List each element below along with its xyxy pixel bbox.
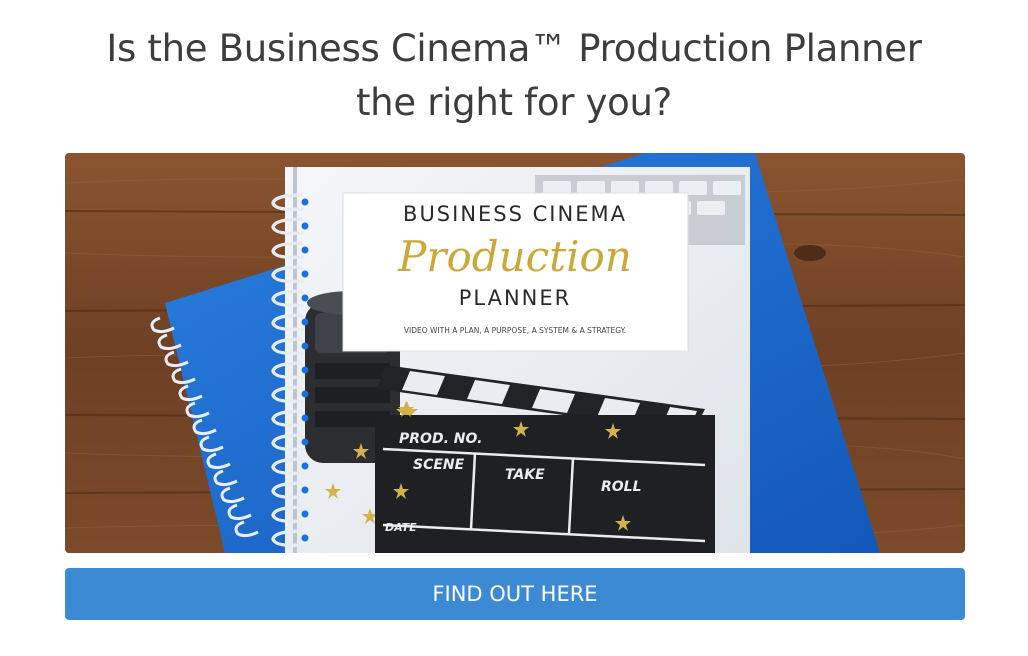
- clapper-scene: SCENE: [413, 457, 465, 473]
- wood-knot: [794, 245, 826, 261]
- clapper-take: TAKE: [505, 467, 545, 483]
- planner-spiral-holes: [301, 198, 309, 542]
- planner-title-card: BUSINESS CINEMA Production PLANNER VIDEO…: [342, 192, 689, 352]
- page-title-line-1: Is the Business Cinema™ Production Plann…: [106, 27, 922, 70]
- find-out-here-button[interactable]: FIND OUT HERE: [65, 568, 965, 620]
- clapper-roll: ROLL: [601, 479, 642, 495]
- clapper-prod-no: PROD. NO.: [399, 431, 482, 447]
- page-title: Is the Business Cinema™ Production Plann…: [0, 22, 1028, 130]
- clapper-date: DATE: [385, 521, 417, 534]
- planner-title-line-2: PLANNER: [459, 286, 572, 310]
- page-title-line-2: the right for you?: [355, 81, 673, 124]
- product-hero-image: PROD. NO. SCENE TAKE ROLL DATE BUSINESS …: [65, 153, 965, 553]
- planner-tagline: VIDEO WITH A PLAN, A PURPOSE, A SYSTEM &…: [404, 326, 626, 335]
- page: Is the Business Cinema™ Production Plann…: [0, 0, 1028, 656]
- planner-photo: PROD. NO. SCENE TAKE ROLL DATE BUSINESS …: [65, 153, 965, 553]
- planner-title-script: Production: [397, 232, 632, 281]
- planner-title-line-1: BUSINESS CINEMA: [403, 202, 627, 226]
